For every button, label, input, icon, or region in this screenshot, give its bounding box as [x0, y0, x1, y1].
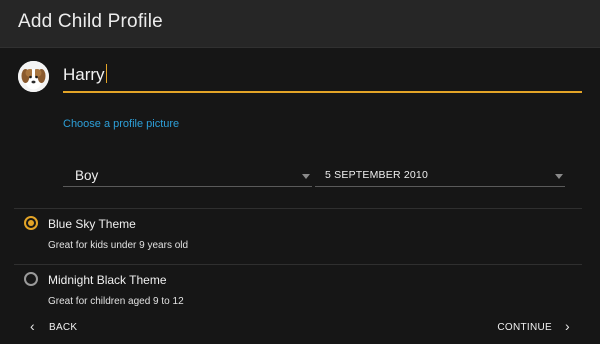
- gender-select-value: Boy: [75, 168, 99, 183]
- back-button[interactable]: ‹ BACK: [30, 318, 77, 336]
- choose-profile-picture-link[interactable]: Choose a profile picture: [63, 118, 179, 130]
- theme-description: Great for kids under 9 years old: [48, 240, 189, 251]
- continue-label: CONTINUE: [497, 322, 553, 333]
- child-name-input[interactable]: Harry: [63, 58, 582, 93]
- gender-select[interactable]: Boy: [63, 163, 312, 187]
- birthdate-select-value: 5 SEPTEMBER 2010: [325, 169, 428, 181]
- theme-option-blue-sky[interactable]: Blue Sky Theme Great for kids under 9 ye…: [14, 209, 582, 261]
- theme-title: Blue Sky Theme: [48, 217, 136, 231]
- text-caret: [105, 64, 107, 83]
- continue-button[interactable]: CONTINUE ›: [497, 318, 570, 336]
- chevron-right-icon: ›: [565, 318, 570, 334]
- dropdown-arrow-icon: [555, 174, 563, 179]
- chevron-left-icon: ‹: [30, 318, 35, 334]
- header-bar: Add Child Profile: [0, 0, 600, 48]
- dropdown-arrow-icon: [302, 174, 310, 179]
- back-label: BACK: [48, 322, 78, 333]
- theme-option-midnight-black[interactable]: Midnight Black Theme Great for children …: [14, 265, 582, 317]
- puppy-avatar-icon[interactable]: [18, 61, 49, 92]
- radio-selected-icon[interactable]: [24, 216, 38, 230]
- birthdate-select[interactable]: 5 SEPTEMBER 2010: [315, 163, 565, 187]
- theme-title: Midnight Black Theme: [48, 273, 167, 287]
- theme-description: Great for children aged 9 to 12: [48, 296, 184, 307]
- child-name-value: Harry: [63, 65, 105, 84]
- page-title: Add Child Profile: [18, 11, 163, 32]
- radio-unselected-icon[interactable]: [24, 272, 38, 286]
